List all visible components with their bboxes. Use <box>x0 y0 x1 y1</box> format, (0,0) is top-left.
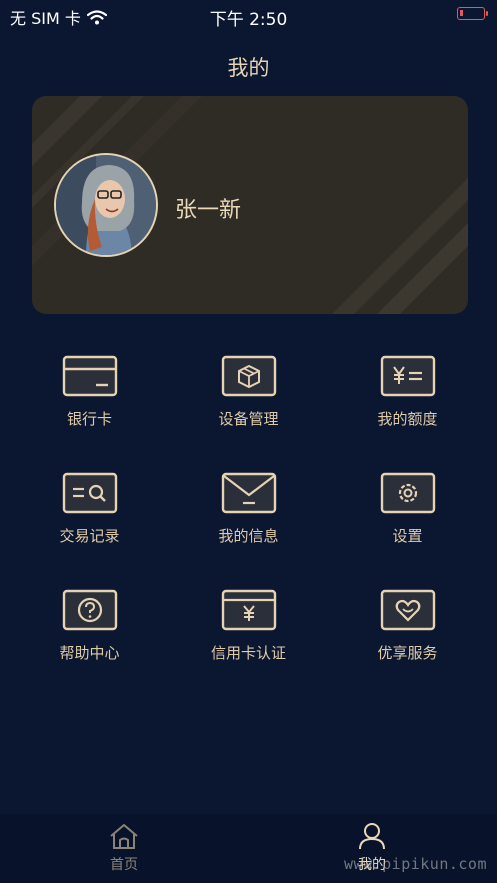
tab-mine[interactable]: 我的 <box>312 822 432 882</box>
menu-item-device-management[interactable]: 设备管理 <box>169 350 328 450</box>
user-icon <box>359 823 385 850</box>
tab-home[interactable]: 首页 <box>64 822 184 882</box>
tab-home-label: 首页 <box>110 857 138 873</box>
menu-item-bank-card[interactable]: 银行卡 <box>10 350 169 450</box>
menu-item-my-quota[interactable]: 我的额度 <box>328 350 487 450</box>
menu-item-help-center[interactable]: 帮助中心 <box>10 584 169 684</box>
menu-label: 信用卡认证 <box>210 644 286 662</box>
device-box-icon <box>221 355 276 397</box>
menu-label: 交易记录 <box>59 527 120 545</box>
menu-item-credit-card-verification[interactable]: 信用卡认证 <box>169 584 328 684</box>
envelope-icon <box>221 472 276 514</box>
question-icon <box>62 589 117 631</box>
user-name: 张一新 <box>175 198 242 223</box>
heart-icon <box>380 589 435 631</box>
menu-label: 帮助中心 <box>59 644 120 662</box>
avatar-photo <box>56 155 156 255</box>
status-time: 下午 2:50 <box>209 10 288 30</box>
menu-label: 我的信息 <box>218 527 279 545</box>
status-bar: 无 SIM 卡 下午 2:50 <box>0 0 497 30</box>
home-icon <box>110 824 138 849</box>
menu-label: 设备管理 <box>218 410 279 428</box>
profile-card[interactable]: 张一新 <box>32 96 468 314</box>
bank-card-icon <box>62 355 117 397</box>
yen-equals-icon <box>380 355 435 397</box>
menu-label: 设置 <box>392 527 423 545</box>
menu-item-transaction-records[interactable]: 交易记录 <box>10 467 169 567</box>
menu-label: 优享服务 <box>377 644 438 662</box>
gear-icon <box>380 472 435 514</box>
menu-label: 我的额度 <box>377 410 438 428</box>
menu-label: 银行卡 <box>66 410 112 428</box>
yen-card-icon <box>221 589 276 631</box>
search-record-icon <box>62 472 117 514</box>
battery-icon <box>457 7 488 20</box>
page-title: 我的 <box>227 56 270 80</box>
avatar[interactable] <box>54 153 158 257</box>
menu-item-my-messages[interactable]: 我的信息 <box>169 467 328 567</box>
menu-item-settings[interactable]: 设置 <box>328 467 487 567</box>
menu-item-premium-services[interactable]: 优享服务 <box>328 584 487 684</box>
watermark: www.pipikun.com <box>344 855 487 873</box>
